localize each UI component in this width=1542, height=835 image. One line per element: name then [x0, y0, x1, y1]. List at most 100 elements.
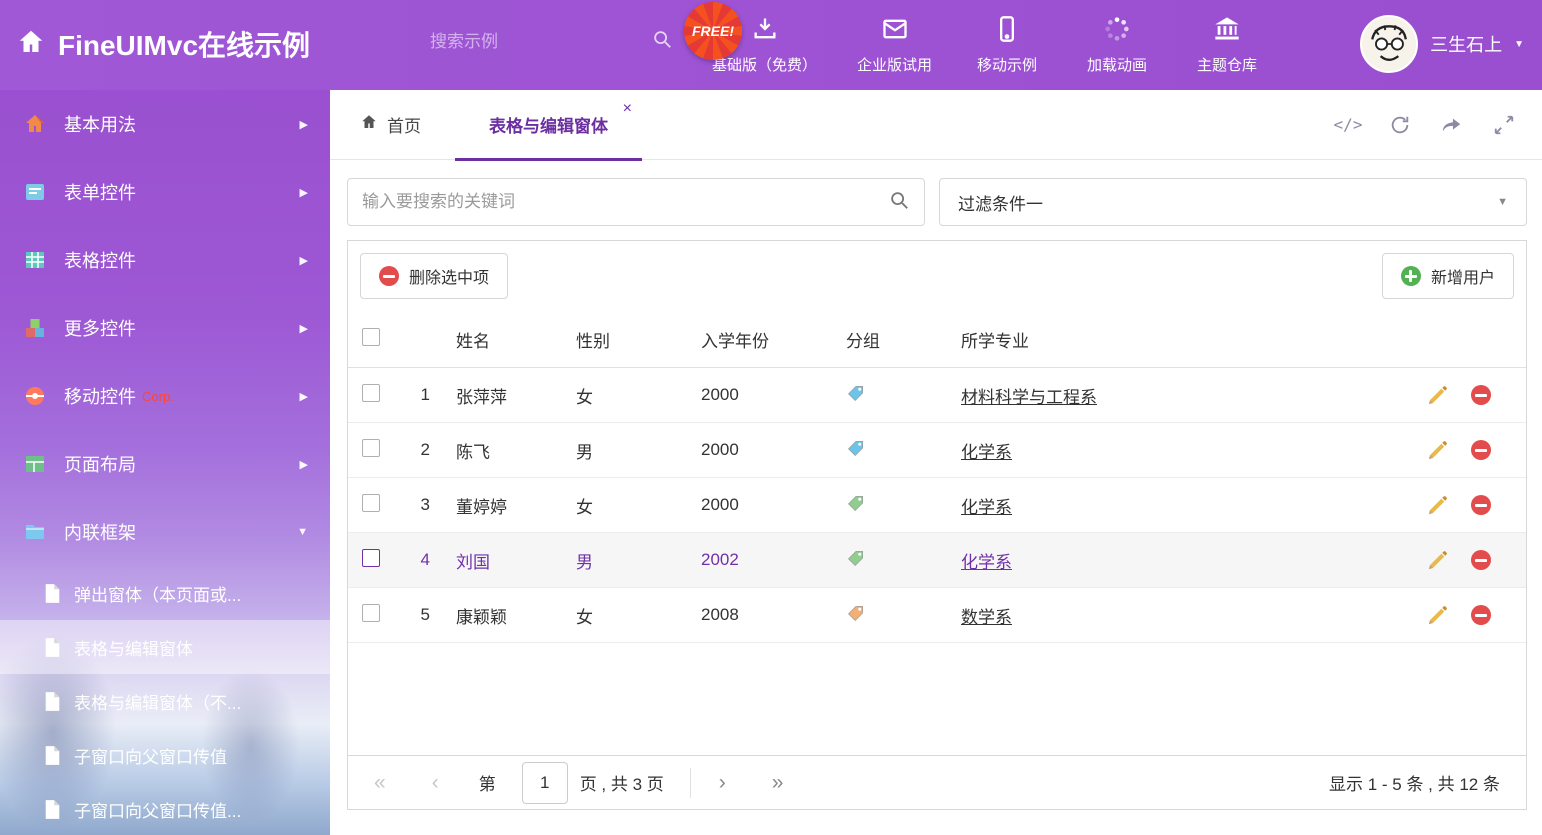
major-link[interactable]: 化学系 — [961, 498, 1012, 517]
form-icon — [22, 179, 48, 205]
row-checkbox[interactable] — [362, 494, 380, 512]
bank-icon — [1213, 15, 1241, 48]
tab-home[interactable]: 首页 — [360, 112, 421, 137]
edit-pencil-icon[interactable] — [1426, 384, 1449, 407]
filter-row: 过滤条件一 ▼ — [330, 160, 1542, 226]
column-group[interactable]: 分组 — [846, 327, 961, 352]
sidebar-item-4[interactable]: 移动控件Corp.▶ — [0, 362, 330, 430]
chevron-right-icon: ▶ — [300, 322, 308, 335]
major-link[interactable]: 材料科学与工程系 — [961, 388, 1097, 407]
add-user-button[interactable]: 新增用户 — [1382, 253, 1514, 299]
header-nav-item-3[interactable]: 加载动画 — [1082, 15, 1152, 75]
free-badge: FREE! — [684, 2, 742, 60]
row-checkbox[interactable] — [362, 549, 380, 567]
table-header: 姓名 性别 入学年份 分组 所学专业 — [348, 311, 1526, 368]
major-link[interactable]: 化学系 — [961, 553, 1012, 572]
sidebar-subitem-1[interactable]: 表格与编辑窗体 — [0, 620, 330, 674]
search-icon[interactable] — [651, 28, 673, 55]
cell-name: 董婷婷 — [456, 493, 576, 518]
delete-row-icon[interactable] — [1471, 605, 1491, 625]
sidebar-item-6[interactable]: 内联框架▼ — [0, 498, 330, 566]
refresh-icon[interactable] — [1388, 113, 1412, 137]
delete-row-icon[interactable] — [1471, 385, 1491, 405]
home-icon — [22, 111, 48, 137]
user-avatar[interactable] — [1360, 15, 1418, 73]
sidebar-subitem-2[interactable]: 表格与编辑窗体（不... — [0, 674, 330, 728]
table-search-box[interactable] — [347, 178, 925, 226]
app-logo[interactable]: FineUIMvc在线示例 — [16, 24, 310, 64]
edit-pencil-icon[interactable] — [1426, 439, 1449, 462]
search-icon[interactable] — [888, 189, 910, 216]
share-icon[interactable] — [1440, 113, 1464, 137]
column-major[interactable]: 所学专业 — [961, 327, 1396, 352]
row-number: 1 — [394, 385, 456, 405]
select-all-checkbox[interactable] — [362, 328, 380, 346]
delete-row-icon[interactable] — [1471, 495, 1491, 515]
pagination-bar: « ‹ 第 页 , 共 3 页 › » 显示 1 - 5 条 , 共 12 条 — [348, 755, 1526, 809]
edit-pencil-icon[interactable] — [1426, 604, 1449, 627]
tab-active[interactable]: 表格与编辑窗体 × — [455, 90, 642, 160]
delete-row-icon[interactable] — [1471, 550, 1491, 570]
sidebar-subitem-4[interactable]: 子窗口向父窗口传值... — [0, 782, 330, 835]
row-checkbox[interactable] — [362, 604, 380, 622]
header-nav-item-1[interactable]: 企业版试用 — [857, 15, 932, 75]
table-row-1[interactable]: 1张萍萍女2000材料科学与工程系 — [348, 368, 1526, 423]
delete-row-icon[interactable] — [1471, 440, 1491, 460]
row-checkbox[interactable] — [362, 439, 380, 457]
column-year[interactable]: 入学年份 — [701, 327, 846, 352]
major-link[interactable]: 化学系 — [961, 443, 1012, 462]
table-row-3[interactable]: 3董婷婷女2000化学系 — [348, 478, 1526, 533]
cell-name: 康颖颖 — [456, 603, 576, 628]
tag-icon[interactable] — [846, 493, 866, 513]
tag-icon[interactable] — [846, 548, 866, 568]
code-icon[interactable]: </> — [1336, 113, 1360, 137]
tab-active-label: 表格与编辑窗体 — [489, 112, 608, 137]
filter-dropdown[interactable]: 过滤条件一 ▼ — [939, 178, 1527, 226]
sidebar-subitem-3[interactable]: 子窗口向父窗口传值 — [0, 728, 330, 782]
page-number-input[interactable] — [522, 762, 568, 804]
header-nav-item-4[interactable]: 主题仓库 — [1192, 15, 1262, 75]
tag-icon[interactable] — [846, 603, 866, 623]
tag-icon[interactable] — [846, 383, 866, 403]
table-row-4[interactable]: 4刘国男2002化学系 — [348, 533, 1526, 588]
header-search[interactable] — [430, 28, 640, 55]
header-nav-item-2[interactable]: 移动示例 — [972, 15, 1042, 75]
edit-pencil-icon[interactable] — [1426, 494, 1449, 517]
cell-gender: 女 — [576, 383, 701, 408]
sidebar-item-5[interactable]: 页面布局▶ — [0, 430, 330, 498]
cell-year: 2000 — [701, 495, 846, 515]
table-row-2[interactable]: 2陈飞男2000化学系 — [348, 423, 1526, 478]
first-page-button[interactable]: « — [374, 771, 386, 795]
sidebar-subitem-0[interactable]: 弹出窗体（本页面或... — [0, 566, 330, 620]
sidebar-item-0[interactable]: 基本用法▶ — [0, 90, 330, 158]
table-search-input[interactable] — [362, 192, 888, 212]
header-user-menu[interactable]: 三生石上 ▼ — [1360, 15, 1524, 73]
edit-pencil-icon[interactable] — [1426, 549, 1449, 572]
chevron-right-icon: ▶ — [300, 390, 308, 403]
app-title: FineUIMvc在线示例 — [58, 24, 310, 64]
sidebar-item-2[interactable]: 表格控件▶ — [0, 226, 330, 294]
row-checkbox[interactable] — [362, 384, 380, 402]
cell-gender: 女 — [576, 493, 701, 518]
prev-page-button[interactable]: ‹ — [432, 771, 439, 795]
last-page-button[interactable]: » — [772, 771, 784, 795]
expand-icon[interactable] — [1492, 113, 1516, 137]
sidebar-item-1[interactable]: 表单控件▶ — [0, 158, 330, 226]
delete-selected-button[interactable]: 删除选中项 — [360, 253, 508, 299]
tab-tools: </> — [1336, 113, 1542, 137]
pager-divider — [690, 768, 691, 798]
header-search-input[interactable] — [430, 32, 651, 52]
tab-bar: 首页 表格与编辑窗体 × </> — [330, 90, 1542, 160]
sidebar-item-3[interactable]: 更多控件▶ — [0, 294, 330, 362]
next-page-button[interactable]: › — [719, 771, 726, 795]
column-name[interactable]: 姓名 — [456, 327, 576, 352]
filter-dropdown-value: 过滤条件一 — [958, 190, 1043, 215]
table-row-5[interactable]: 5康颖颖女2008数学系 — [348, 588, 1526, 643]
column-gender[interactable]: 性别 — [576, 327, 701, 352]
major-link[interactable]: 数学系 — [961, 608, 1012, 627]
tag-icon[interactable] — [846, 438, 866, 458]
spinner-icon — [1103, 15, 1131, 48]
chevron-right-icon: ▶ — [300, 118, 308, 131]
row-number: 2 — [394, 440, 456, 460]
close-icon[interactable]: × — [623, 100, 632, 118]
